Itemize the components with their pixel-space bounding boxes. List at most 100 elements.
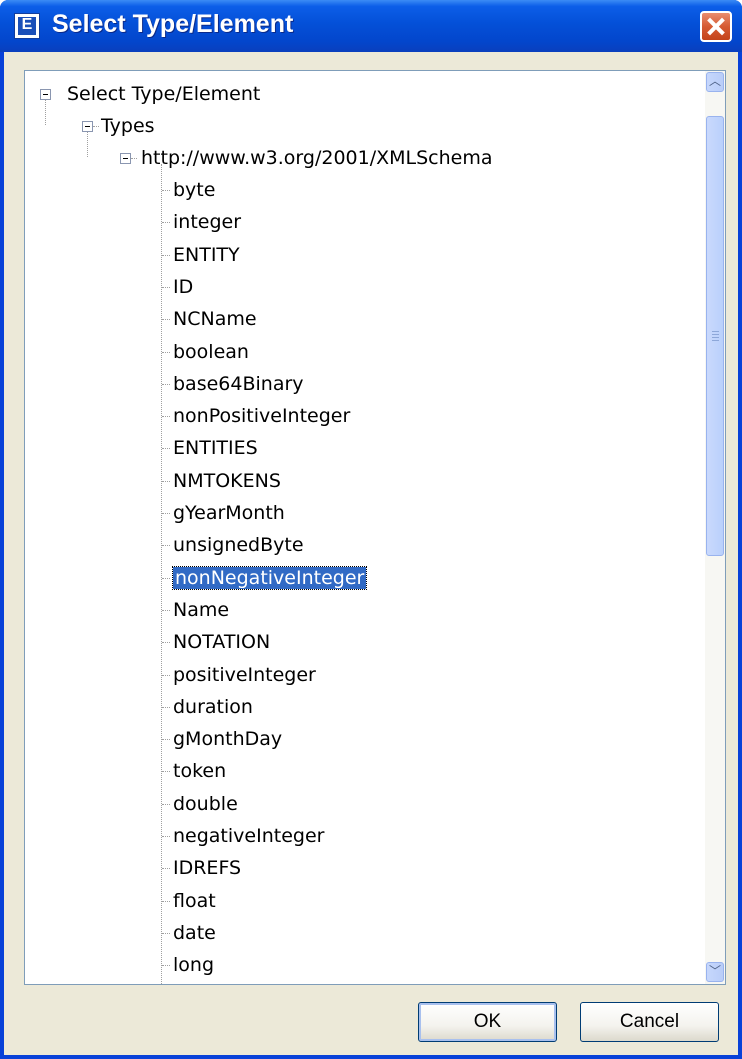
tree-item-negativeinteger[interactable]: negativeInteger — [173, 820, 324, 852]
tree-item-integer[interactable]: integer — [173, 206, 241, 238]
collapse-namespace-icon[interactable] — [120, 153, 131, 164]
tree-connector — [87, 132, 88, 157]
tree-connector — [162, 707, 170, 708]
tree-item-label: positiveInteger — [173, 664, 316, 686]
ok-button[interactable]: OK — [418, 1002, 557, 1042]
scroll-up-button[interactable]: ︿ — [706, 72, 724, 92]
tree-connector — [162, 901, 170, 902]
grip-line — [712, 340, 719, 341]
dialog-body: Select Type/Element Types http://www.w3.… — [4, 52, 738, 1055]
tree-connector — [162, 448, 170, 449]
tree-item-float[interactable]: float — [173, 885, 216, 917]
tree-item-label: double — [173, 793, 238, 815]
tree-item-ncname[interactable]: NCName — [173, 303, 257, 335]
tree-connector — [162, 416, 170, 417]
tree-item-label: date — [173, 922, 216, 944]
tree-connector — [162, 384, 170, 385]
tree-item-notation[interactable]: NOTATION — [173, 626, 270, 658]
tree-item-byte[interactable]: byte — [173, 174, 215, 206]
tree-item-entities[interactable]: ENTITIES — [173, 432, 258, 464]
dialog-window: E Select Type/Element Select Type/Elemen… — [0, 0, 742, 1059]
tree-connector — [162, 513, 170, 514]
tree-item-nonnegativeinteger[interactable]: nonNegativeInteger — [171, 562, 368, 594]
tree-types-node[interactable]: Types — [101, 110, 155, 142]
chevron-down-icon: ﹀ — [708, 964, 721, 978]
vertical-scrollbar[interactable]: ︿ ﹀ — [705, 71, 725, 984]
tree-item-label: ID — [173, 276, 194, 298]
tree-item-label: gYearMonth — [173, 502, 285, 524]
tree-item-id[interactable]: ID — [173, 271, 193, 303]
tree-connector — [162, 739, 170, 740]
tree-item-label: NMTOKENS — [173, 470, 281, 492]
tree-connector — [162, 933, 170, 934]
tree-item-gyearmonth[interactable]: gYearMonth — [173, 497, 285, 529]
tree-item-label: unsignedByte — [173, 534, 304, 556]
tree-connector — [162, 190, 170, 191]
collapse-root-icon[interactable] — [40, 89, 51, 100]
tree-item-long[interactable]: long — [173, 949, 214, 981]
tree-item-unsignedbyte[interactable]: unsignedByte — [173, 529, 304, 561]
tree-connector — [162, 222, 170, 223]
collapse-types-icon[interactable] — [82, 121, 93, 132]
tree-connector — [45, 100, 46, 125]
tree-connector — [162, 610, 170, 611]
grip-line — [712, 337, 719, 338]
type-tree[interactable]: Select Type/Element Types http://www.w3.… — [25, 71, 705, 984]
tree-namespace-node[interactable]: http://www.w3.org/2001/XMLSchema — [141, 142, 493, 174]
tree-item-boolean[interactable]: boolean — [173, 336, 249, 368]
tree-item-label: token — [173, 760, 227, 782]
tree-item-label: boolean — [173, 341, 249, 363]
tree-item-double[interactable]: double — [173, 788, 238, 820]
tree-item-label: ENTITY — [173, 244, 240, 266]
tree-item-label: base64Binary — [173, 373, 304, 395]
scroll-down-button[interactable]: ﹀ — [706, 962, 724, 982]
tree-item-positiveinteger[interactable]: positiveInteger — [173, 659, 316, 691]
tree-item-entity[interactable]: ENTITY — [173, 239, 240, 271]
tree-item-idrefs[interactable]: IDREFS — [173, 852, 241, 884]
tree-connector — [162, 319, 170, 320]
tree-item-date[interactable]: date — [173, 917, 216, 949]
tree-connector — [131, 158, 137, 159]
dialog-title: Select Type/Element — [52, 10, 294, 38]
tree-item-label: IDREFS — [173, 857, 242, 879]
tree-item-token[interactable]: token — [173, 755, 226, 787]
grip-line — [712, 331, 719, 332]
tree-connector — [162, 965, 170, 966]
tree-connector — [162, 868, 170, 869]
tree-connector — [162, 642, 170, 643]
tree-connector — [162, 675, 170, 676]
tree-item-label: Name — [173, 599, 230, 621]
tree-item-label: nonPositiveInteger — [173, 405, 351, 427]
close-button[interactable] — [700, 11, 732, 42]
tree-item-label: integer — [173, 211, 242, 233]
scroll-thumb[interactable] — [706, 116, 724, 556]
tree-item-label: NOTATION — [173, 631, 271, 653]
tree-item-nonpositiveinteger[interactable]: nonPositiveInteger — [173, 400, 350, 432]
tree-item-name[interactable]: Name — [173, 594, 229, 626]
tree-connector — [162, 352, 170, 353]
tree-item-label: ENTITIES — [173, 437, 258, 459]
tree-item-label: negativeInteger — [173, 825, 325, 847]
tree-item-label: NCName — [173, 308, 257, 330]
tree-item-label: gMonthDay — [173, 728, 283, 750]
cancel-button[interactable]: Cancel — [580, 1002, 719, 1042]
tree-item-label: byte — [173, 179, 216, 201]
tree-connector — [162, 804, 170, 805]
tree-connector — [162, 771, 170, 772]
tree-root-node[interactable]: Select Type/Element — [67, 78, 260, 110]
tree-connector — [162, 836, 170, 837]
tree-item-duration[interactable]: duration — [173, 691, 253, 723]
tree-item-gmonthday[interactable]: gMonthDay — [173, 723, 282, 755]
tree-item-label: long — [173, 954, 215, 976]
tree-item-base64binary[interactable]: base64Binary — [173, 368, 304, 400]
tree-connector — [162, 545, 170, 546]
tree-item-nmtokens[interactable]: NMTOKENS — [173, 465, 281, 497]
tree-connector — [162, 255, 170, 256]
type-tree-panel: Select Type/Element Types http://www.w3.… — [24, 70, 726, 985]
tree-connector — [162, 578, 170, 579]
tree-item-label: duration — [173, 696, 253, 718]
app-icon: E — [14, 13, 40, 39]
title-bar[interactable]: E Select Type/Element — [0, 0, 742, 52]
chevron-up-icon: ︿ — [708, 74, 721, 88]
tree-connector — [93, 126, 99, 127]
